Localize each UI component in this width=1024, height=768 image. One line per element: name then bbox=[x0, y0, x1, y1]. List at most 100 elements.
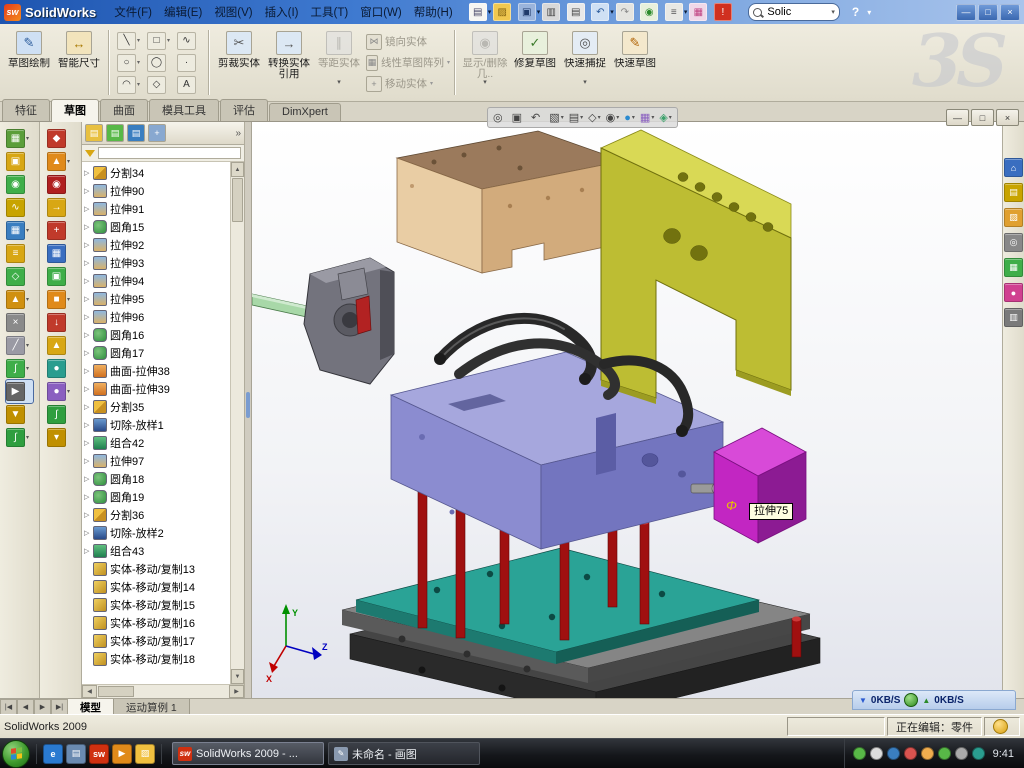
dropdown-arrow-icon[interactable]: ▾ bbox=[616, 114, 619, 121]
sketch-tool-button[interactable]: ∿ ▾ bbox=[174, 30, 204, 52]
menu-item[interactable]: 文件(F) bbox=[108, 2, 158, 22]
tray-icon[interactable] bbox=[887, 747, 900, 760]
tree-item[interactable]: ▷ 实体-移动/复制14 bbox=[82, 578, 230, 596]
tab-nav-button[interactable]: |◀ bbox=[0, 699, 17, 715]
part-side-insert[interactable]: Φ bbox=[714, 428, 806, 543]
model-tab[interactable]: 模型 bbox=[68, 699, 114, 715]
dropdown-arrow-icon[interactable]: ▾ bbox=[537, 8, 541, 16]
expand-arrow-icon[interactable]: ▷ bbox=[84, 511, 93, 519]
toolbar-big-button[interactable]: ∥ 等距实体 ▾ bbox=[314, 27, 364, 98]
dropdown-arrow-icon[interactable]: ▾ bbox=[583, 80, 587, 86]
tree-item[interactable]: ▷ 拉伸95 bbox=[82, 290, 230, 308]
toolbar-icon[interactable]: ↷ bbox=[616, 3, 634, 21]
tree-item[interactable]: ▷ 圆角16 bbox=[82, 326, 230, 344]
view-tool-button[interactable]: ◎ ▾ bbox=[491, 111, 509, 124]
task-pane-icon[interactable]: ⌂ bbox=[1004, 158, 1023, 177]
toolbar-icon[interactable]: ◉ bbox=[640, 3, 658, 21]
tree-item[interactable]: ▷ 分割36 bbox=[82, 506, 230, 524]
task-button[interactable]: ✎ 未命名 - 画图 bbox=[328, 742, 480, 765]
quick-launch-icon[interactable]: e bbox=[43, 744, 63, 764]
window-button[interactable]: × bbox=[1000, 4, 1020, 21]
tree-item[interactable]: ▷ 分割35 bbox=[82, 398, 230, 416]
expand-arrow-icon[interactable]: ▷ bbox=[84, 439, 93, 447]
scroll-up-icon[interactable]: ▲ bbox=[231, 162, 244, 177]
tree-item[interactable]: ▷ 实体-移动/复制16 bbox=[82, 614, 230, 632]
toolbar-big-button[interactable]: ✓ 修复草图 ▾ bbox=[510, 27, 560, 98]
tree-item[interactable]: ▷ 组合43 bbox=[82, 542, 230, 560]
quick-launch-icon[interactable]: ▨ bbox=[135, 744, 155, 764]
document-window-button[interactable]: — bbox=[946, 109, 969, 126]
panel-tab-icon[interactable]: ▤ bbox=[127, 124, 145, 142]
dropdown-arrow-icon[interactable]: ▾ bbox=[483, 80, 487, 86]
panel-tab-icon[interactable]: ▤ bbox=[106, 124, 124, 142]
sketch-tool-button[interactable]: ◠ ▾ bbox=[114, 74, 144, 96]
toolbar-icon-wrap[interactable]: ↶ ▾ bbox=[591, 3, 614, 21]
strip-tool-button[interactable]: ▼ ▾ bbox=[6, 403, 33, 426]
tree-item[interactable]: ▷ 圆角18 bbox=[82, 470, 230, 488]
menu-item[interactable]: 视图(V) bbox=[208, 2, 258, 22]
tray-icon[interactable] bbox=[870, 747, 883, 760]
menu-item[interactable]: 帮助(H) bbox=[408, 2, 459, 22]
tree-item[interactable]: ▷ 实体-移动/复制18 bbox=[82, 650, 230, 668]
dropdown-arrow-icon[interactable]: ▾ bbox=[669, 114, 672, 121]
dropdown-arrow-icon[interactable]: ▾ bbox=[430, 80, 433, 87]
dropdown-arrow-icon[interactable]: ▾ bbox=[488, 8, 492, 16]
dropdown-arrow-icon[interactable]: ▾ bbox=[447, 59, 450, 66]
panel-splitter[interactable] bbox=[245, 122, 252, 698]
tree-item[interactable]: ▷ 曲面-拉伸38 bbox=[82, 362, 230, 380]
tray-icon[interactable] bbox=[853, 747, 866, 760]
help-icon[interactable]: ? bbox=[852, 5, 859, 19]
toolbar-big-button[interactable]: → 转换实体引用 ▾ bbox=[264, 27, 314, 98]
scrollbar-thumb[interactable] bbox=[98, 686, 134, 697]
scroll-left-icon[interactable]: ◀ bbox=[82, 685, 97, 698]
graphics-area[interactable]: Φ Y Z X 拉伸75 bbox=[252, 122, 1002, 698]
part-cable-clamp[interactable] bbox=[304, 258, 394, 384]
scrollbar-thumb[interactable] bbox=[232, 178, 243, 222]
toolbar-icon[interactable]: ! bbox=[714, 3, 732, 21]
expand-arrow-icon[interactable]: ▷ bbox=[84, 259, 93, 267]
command-tab[interactable]: 曲面 bbox=[100, 99, 148, 121]
strip-tool-button[interactable]: ▣ ▾ bbox=[47, 265, 74, 288]
dropdown-arrow-icon[interactable]: ▾ bbox=[137, 37, 140, 44]
expand-arrow-icon[interactable]: ▷ bbox=[84, 277, 93, 285]
search-box[interactable]: ▾ bbox=[748, 3, 840, 21]
strip-tool-button[interactable]: ∫ ▾ bbox=[6, 357, 33, 380]
dropdown-arrow-icon[interactable]: ▾ bbox=[26, 342, 33, 349]
toolbar-icon-wrap[interactable]: ! ▾ bbox=[714, 3, 737, 21]
search-input[interactable] bbox=[765, 5, 831, 19]
expand-arrow-icon[interactable]: ▷ bbox=[84, 241, 93, 249]
expand-arrow-icon[interactable]: ▷ bbox=[84, 205, 93, 213]
toolbar-icon-wrap[interactable]: ▣ ▾ bbox=[518, 3, 541, 21]
tab-nav-button[interactable]: ▶ bbox=[34, 699, 51, 715]
panel-tab-icon[interactable]: + bbox=[148, 124, 166, 142]
sketch-tool-button[interactable]: □ ▾ bbox=[144, 30, 174, 52]
view-tool-button[interactable]: ▤ ▾ bbox=[567, 111, 585, 124]
part-upper-clamp-plate[interactable] bbox=[397, 131, 623, 273]
task-pane-icon[interactable]: ▨ bbox=[1004, 208, 1023, 227]
scroll-down-icon[interactable]: ▼ bbox=[231, 669, 244, 684]
tab-nav-button[interactable]: ◀ bbox=[17, 699, 34, 715]
expand-arrow-icon[interactable]: ▷ bbox=[84, 349, 93, 357]
strip-tool-button[interactable]: × ▾ bbox=[6, 311, 33, 334]
strip-tool-button[interactable]: ∫ ▾ bbox=[47, 403, 74, 426]
dropdown-arrow-icon[interactable]: ▾ bbox=[26, 135, 33, 142]
strip-tool-button[interactable]: ▦ ▾ bbox=[6, 127, 33, 150]
tray-icon[interactable] bbox=[972, 747, 985, 760]
task-pane-icon[interactable]: ◎ bbox=[1004, 233, 1023, 252]
expand-arrow-icon[interactable]: ▷ bbox=[84, 169, 93, 177]
dropdown-arrow-icon[interactable]: ▾ bbox=[610, 8, 614, 16]
scrollbar-track[interactable] bbox=[231, 223, 244, 669]
tray-icon[interactable] bbox=[921, 747, 934, 760]
task-pane-icon[interactable]: ▥ bbox=[1004, 308, 1023, 327]
expand-arrow-icon[interactable]: ▷ bbox=[84, 295, 93, 303]
dropdown-arrow-icon[interactable]: ▾ bbox=[167, 37, 170, 44]
strip-tool-button[interactable]: ▾ ▾ bbox=[47, 426, 74, 449]
dropdown-arrow-icon[interactable]: ▾ bbox=[26, 227, 33, 234]
tree-item[interactable]: ▷ 分割34 bbox=[82, 164, 230, 182]
toolbar-big-button[interactable]: ✎ 草图绘制 bbox=[4, 27, 54, 98]
strip-tool-button[interactable]: ▶ ▾ bbox=[6, 380, 33, 403]
strip-tool-button[interactable]: ■ ▾ bbox=[47, 288, 74, 311]
view-tool-button[interactable]: ↶ ▾ bbox=[529, 111, 546, 124]
menu-item[interactable]: 窗口(W) bbox=[354, 2, 408, 22]
tab-nav-button[interactable]: ▶| bbox=[51, 699, 68, 715]
